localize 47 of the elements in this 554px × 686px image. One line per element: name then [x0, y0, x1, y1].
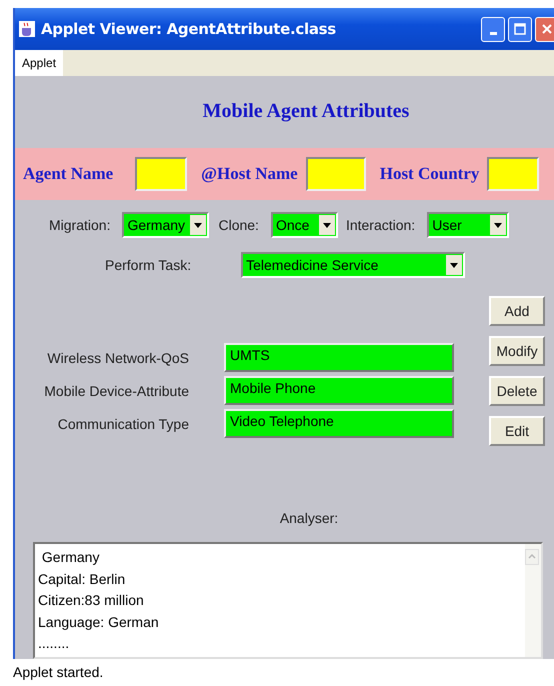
maximize-button[interactable] [508, 16, 532, 42]
close-button[interactable] [535, 16, 554, 42]
action-button[interactable]: Add [489, 296, 545, 326]
caret-icon [194, 222, 202, 228]
field-label: Migration: [49, 217, 110, 233]
text-field[interactable]: UMTS [224, 343, 454, 372]
field-label: Interaction: [346, 217, 416, 233]
window-title: Applet Viewer: AgentAttribute.class [41, 20, 336, 38]
action-button[interactable]: Edit [489, 416, 545, 446]
dropdown[interactable]: Once [270, 212, 338, 238]
field-label: Agent Name [23, 164, 114, 184]
field-label: Perform Task: [105, 257, 192, 273]
action-button[interactable]: Delete [489, 376, 545, 406]
caret-icon [494, 222, 502, 228]
dropdown[interactable]: Telemedicine Service [241, 252, 466, 278]
input-field[interactable] [487, 157, 540, 191]
form-heading: Mobile Agent Attributes [202, 100, 410, 124]
field-label: Mobile Device-Attribute [43, 382, 189, 398]
scroll-up-icon[interactable] [525, 549, 539, 565]
text-line: Germany [40, 548, 100, 567]
dropdown[interactable]: User [427, 212, 510, 238]
text-field[interactable]: Video Telephone [224, 409, 454, 438]
text-line: ........ [38, 634, 70, 653]
maximize-icon [514, 23, 526, 35]
input-field[interactable] [135, 157, 188, 191]
field-label: Clone: [218, 217, 259, 233]
field-label: Host Country [380, 164, 480, 184]
caret-icon [450, 262, 458, 268]
coffee-cup-icon [18, 20, 36, 38]
field-label: Wireless Network-QoS [46, 350, 189, 366]
minimize-icon [490, 32, 496, 34]
text-line: Capital: Berlin [38, 570, 126, 589]
menu-item[interactable]: Applet [15, 50, 64, 76]
input-field[interactable] [306, 157, 366, 191]
field-label: Communication Type [56, 416, 189, 432]
text-line: Language: German [38, 612, 160, 632]
close-icon [541, 23, 553, 35]
scrollbar[interactable] [525, 544, 541, 657]
action-button[interactable]: Modify [489, 336, 545, 366]
dropdown[interactable]: Germany [122, 212, 210, 238]
text-line: Citizen:83 million [38, 591, 145, 610]
minimize-button[interactable] [481, 16, 505, 42]
text-area[interactable]: Germany Capital: Berlin Citizen:83 million Language: German ........ [33, 542, 543, 659]
caret-icon [322, 222, 331, 228]
analyser-label: Analyser: [278, 510, 340, 528]
field-label: @Host Name [201, 164, 298, 184]
text-field[interactable]: Mobile Phone [224, 376, 454, 405]
